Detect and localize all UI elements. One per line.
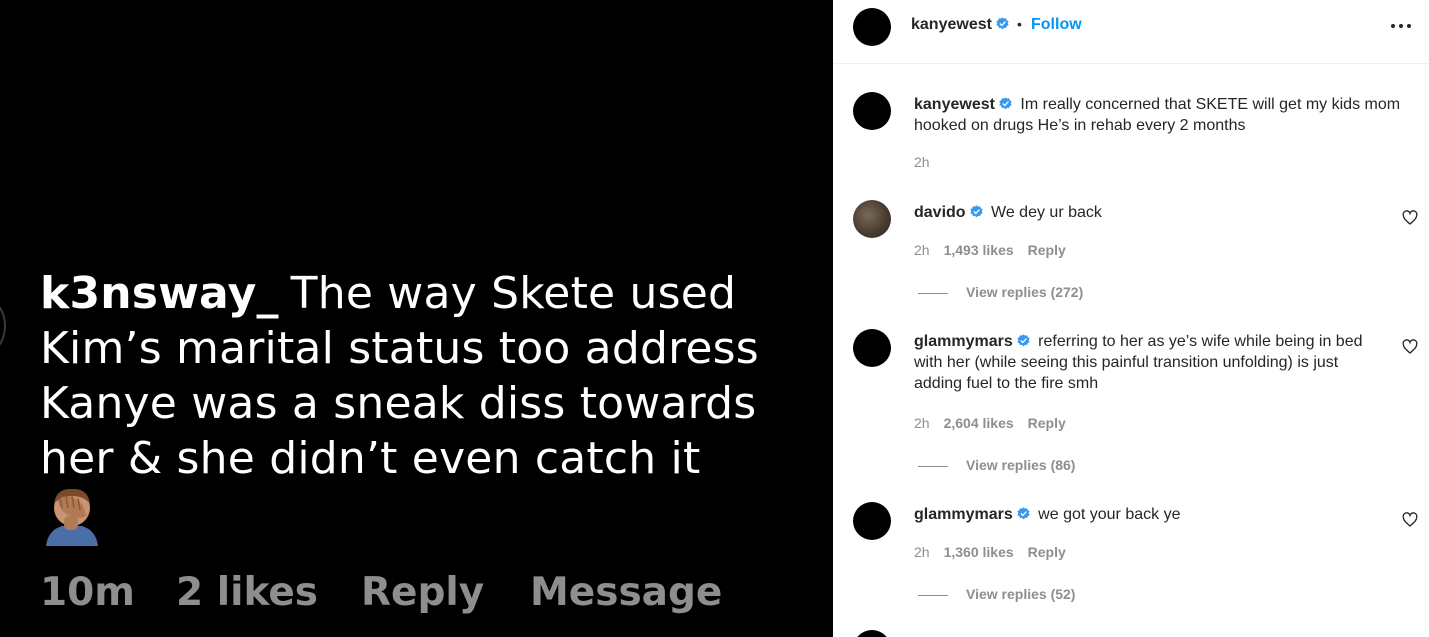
- commenter-avatar[interactable]: [853, 630, 891, 637]
- replies-line: [918, 465, 948, 467]
- verified-badge-icon: [1017, 507, 1030, 520]
- commenter-avatar-ring: [0, 290, 6, 362]
- separator-dot: •: [1017, 16, 1022, 32]
- caption-username[interactable]: kanyewest: [914, 96, 1012, 113]
- replies-line: [918, 594, 948, 596]
- author-username-text[interactable]: kanyewest: [911, 16, 992, 33]
- view-replies-button[interactable]: View replies (52): [918, 586, 1075, 602]
- post-header: kanyewest • Follow: [833, 0, 1429, 64]
- comment-text: We dey ur back: [991, 204, 1102, 221]
- like-heart-icon[interactable]: [1402, 512, 1418, 528]
- replies-line: [918, 292, 948, 294]
- comment-likes[interactable]: 1,360 likes: [944, 544, 1014, 560]
- like-heart-icon[interactable]: [1402, 339, 1418, 355]
- comment-username-text[interactable]: glammymars: [914, 333, 1013, 350]
- caption-body: kanyewest Im really concerned that SKETE…: [914, 94, 1414, 136]
- commenter-avatar[interactable]: [853, 200, 891, 238]
- comment-likes[interactable]: 1,493 likes: [944, 242, 1014, 258]
- comment-time[interactable]: 2h: [914, 544, 930, 560]
- view-replies-text[interactable]: View replies (52): [966, 586, 1075, 602]
- comment-username[interactable]: glammymars: [914, 333, 1030, 350]
- media-comment-likes: 2 likes: [176, 570, 319, 615]
- media-comment-time: 10m: [40, 570, 135, 615]
- comment-body: glammymars we got your back ye: [914, 504, 1414, 525]
- view-replies-button[interactable]: View replies (272): [918, 284, 1083, 300]
- comment-reply-button[interactable]: Reply: [1028, 242, 1066, 258]
- facepalm-emoji-icon: [40, 486, 104, 546]
- commenter-avatar[interactable]: [853, 502, 891, 540]
- comment-username-text[interactable]: glammymars: [914, 506, 1013, 523]
- view-replies-text[interactable]: View replies (86): [966, 457, 1075, 473]
- caption-author-avatar[interactable]: [853, 92, 891, 130]
- comment-reply-button[interactable]: Reply: [1028, 544, 1066, 560]
- author-username[interactable]: kanyewest: [911, 16, 1009, 34]
- follow-button[interactable]: Follow: [1031, 16, 1082, 34]
- like-heart-icon[interactable]: [1402, 210, 1418, 226]
- comment-meta: 2h 1,360 likes Reply: [914, 544, 1080, 560]
- comment-time[interactable]: 2h: [914, 242, 930, 258]
- view-replies-text[interactable]: View replies (272): [966, 284, 1083, 300]
- author-avatar[interactable]: [853, 8, 891, 46]
- media-comment-message: Message: [530, 570, 723, 615]
- view-replies-button[interactable]: View replies (86): [918, 457, 1075, 473]
- comment-time[interactable]: 2h: [914, 415, 930, 431]
- commenter-avatar[interactable]: [853, 329, 891, 367]
- caption-username-text[interactable]: kanyewest: [914, 96, 995, 113]
- caption-time[interactable]: 2h: [914, 154, 930, 170]
- post-media: k3nsway_ The way Skete used Kim’s marital…: [0, 0, 833, 637]
- comment-username-text[interactable]: davido: [914, 204, 966, 221]
- post-side-panel: kanyewest • Follow kanyewest Im really c…: [833, 0, 1429, 637]
- comment-text: we got your back ye: [1038, 506, 1181, 523]
- media-comment-username: k3nsway_: [40, 268, 279, 319]
- verified-badge-icon: [999, 97, 1012, 110]
- comment-reply-button[interactable]: Reply: [1028, 415, 1066, 431]
- verified-badge-icon: [1017, 334, 1030, 347]
- comment-body: glammymars referring to her as ye’s wife…: [914, 331, 1374, 394]
- comment-body: davido We dey ur back: [914, 202, 1414, 223]
- caption-meta: 2h: [914, 154, 944, 170]
- comment-meta: 2h 2,604 likes Reply: [914, 415, 1080, 431]
- media-comment: k3nsway_ The way Skete used Kim’s marital…: [40, 266, 800, 486]
- more-options-icon[interactable]: [1388, 14, 1414, 38]
- comment-likes[interactable]: 2,604 likes: [944, 415, 1014, 431]
- media-comment-reply: Reply: [361, 570, 485, 615]
- verified-badge-icon: [996, 17, 1009, 30]
- comment-username[interactable]: davido: [914, 204, 983, 221]
- comment-meta: 2h 1,493 likes Reply: [914, 242, 1080, 258]
- comment-username[interactable]: glammymars: [914, 506, 1030, 523]
- verified-badge-icon: [969, 205, 983, 218]
